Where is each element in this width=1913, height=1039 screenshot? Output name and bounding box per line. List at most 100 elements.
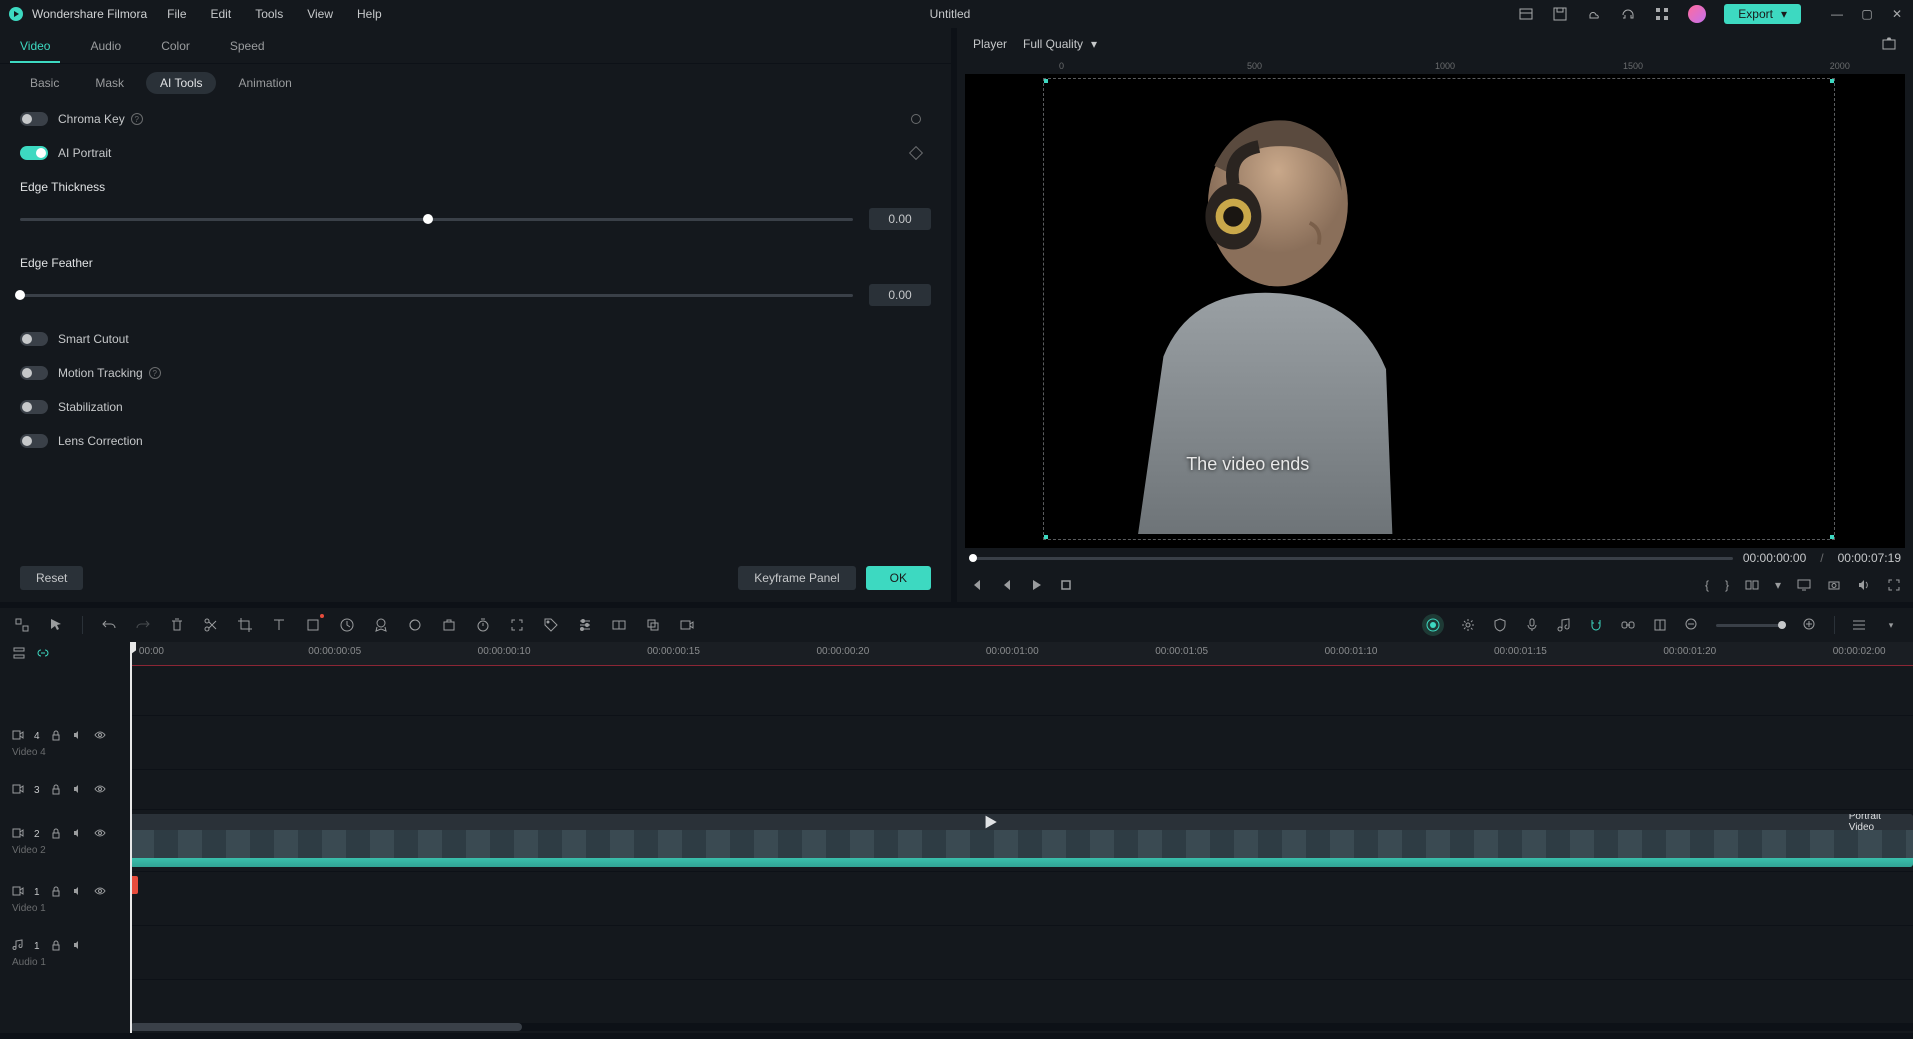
mute-icon[interactable] <box>72 827 84 842</box>
pointer-tool-icon[interactable] <box>48 617 64 633</box>
music-icon[interactable] <box>1556 617 1572 633</box>
lock-icon[interactable] <box>50 939 62 954</box>
tracks-icon[interactable] <box>12 646 26 663</box>
mute-icon[interactable] <box>72 885 84 900</box>
adjust-icon[interactable] <box>577 617 593 633</box>
track-lane-audio1[interactable] <box>130 926 1913 980</box>
tab-ai-tools[interactable]: AI Tools <box>146 72 216 94</box>
reset-button[interactable]: Reset <box>20 566 83 590</box>
zoom-thumb[interactable] <box>1778 621 1786 629</box>
tab-mask[interactable]: Mask <box>81 72 138 94</box>
tag-icon[interactable] <box>543 617 559 633</box>
mute-icon[interactable] <box>72 783 84 798</box>
export-button[interactable]: Export ▾ <box>1724 4 1801 24</box>
tab-animation[interactable]: Animation <box>224 72 305 94</box>
expand-icon[interactable] <box>509 617 525 633</box>
mute-icon[interactable] <box>72 729 84 744</box>
chroma-key-toggle[interactable] <box>20 112 48 126</box>
stabilization-toggle[interactable] <box>20 400 48 414</box>
menu-help[interactable]: Help <box>357 7 382 21</box>
frame-icon[interactable] <box>305 617 321 633</box>
headphones-icon[interactable] <box>1620 6 1636 22</box>
crop-icon[interactable] <box>237 617 253 633</box>
gear-icon[interactable] <box>1460 617 1476 633</box>
link-icon[interactable] <box>36 646 50 663</box>
prev-frame-icon[interactable] <box>969 578 983 592</box>
cloud-icon[interactable] <box>1586 6 1602 22</box>
play-icon[interactable] <box>1029 578 1043 592</box>
tab-audio[interactable]: Audio <box>70 28 141 63</box>
edge-thickness-value[interactable] <box>869 208 931 230</box>
mark-in-icon[interactable]: { <box>1705 578 1709 592</box>
ai-portrait-toggle[interactable] <box>20 146 48 160</box>
video-clip[interactable]: Portrait Video <box>130 814 1913 867</box>
zoom-in-icon[interactable] <box>1802 617 1818 633</box>
tab-basic[interactable]: Basic <box>16 72 73 94</box>
time-ruler[interactable]: 00:00 00:00:00:05 00:00:00:10 00:00:00:1… <box>130 642 1913 666</box>
menu-edit[interactable]: Edit <box>211 7 232 21</box>
canvas-handle[interactable] <box>1830 535 1835 540</box>
volume-icon[interactable] <box>1857 578 1871 592</box>
timeline-body[interactable]: 00:00 00:00:00:05 00:00:00:10 00:00:00:1… <box>130 642 1913 1033</box>
zoom-out-icon[interactable] <box>1684 617 1700 633</box>
tab-speed[interactable]: Speed <box>210 28 285 63</box>
quality-select[interactable]: Full Quality ▾ <box>1023 37 1097 51</box>
menu-tools[interactable]: Tools <box>255 7 283 21</box>
color-icon[interactable] <box>407 617 423 633</box>
scrubber-thumb[interactable] <box>969 554 977 562</box>
avatar[interactable] <box>1688 5 1706 23</box>
track-lane-video1[interactable] <box>130 872 1913 926</box>
group-icon[interactable] <box>611 617 627 633</box>
grid-icon[interactable] <box>1654 6 1670 22</box>
duplicate-icon[interactable] <box>645 617 661 633</box>
preview-canvas[interactable]: The video ends <box>1043 78 1835 540</box>
lock-icon[interactable] <box>50 729 62 744</box>
playhead[interactable] <box>130 642 132 1033</box>
snapshot-icon[interactable] <box>1881 36 1897 52</box>
zoom-slider[interactable] <box>1716 624 1786 627</box>
canvas-handle[interactable] <box>1043 535 1048 540</box>
lock-icon[interactable] <box>50 885 62 900</box>
edge-thickness-slider[interactable] <box>20 218 853 221</box>
delete-icon[interactable] <box>169 617 185 633</box>
speed-icon[interactable] <box>339 617 355 633</box>
marker-icon[interactable] <box>1652 617 1668 633</box>
video-track-icon[interactable] <box>12 783 24 798</box>
help-icon[interactable]: ? <box>131 113 143 125</box>
keyframe-panel-button[interactable]: Keyframe Panel <box>738 566 855 590</box>
tab-color[interactable]: Color <box>141 28 210 63</box>
link-icon[interactable] <box>1620 617 1636 633</box>
maximize-icon[interactable]: ▢ <box>1859 6 1875 22</box>
camera-icon[interactable] <box>1827 578 1841 592</box>
motion-tracking-toggle[interactable] <box>20 366 48 380</box>
audio-track-icon[interactable] <box>12 939 24 954</box>
play-backward-icon[interactable] <box>999 578 1013 592</box>
mic-icon[interactable] <box>1524 617 1540 633</box>
text-icon[interactable] <box>271 617 287 633</box>
video-track-icon[interactable] <box>12 885 24 900</box>
timeline-scrollbar[interactable] <box>130 1023 1913 1031</box>
smart-cutout-toggle[interactable] <box>20 332 48 346</box>
scrollbar-thumb[interactable] <box>130 1023 522 1031</box>
ai-active-icon[interactable] <box>1422 614 1444 636</box>
undo-icon[interactable] <box>101 617 117 633</box>
effects-icon[interactable] <box>441 617 457 633</box>
tab-video[interactable]: Video <box>0 28 70 63</box>
timer-icon[interactable] <box>475 617 491 633</box>
fullscreen-icon[interactable] <box>1887 578 1901 592</box>
track-lane-video4[interactable] <box>130 716 1913 770</box>
lock-icon[interactable] <box>50 783 62 798</box>
help-icon[interactable]: ? <box>149 367 161 379</box>
compare-icon[interactable] <box>1745 578 1759 592</box>
track-lane-video3[interactable] <box>130 770 1913 810</box>
shield-icon[interactable] <box>1492 617 1508 633</box>
edge-feather-slider[interactable] <box>20 294 853 297</box>
menu-file[interactable]: File <box>167 7 186 21</box>
magnet-icon[interactable] <box>1588 617 1604 633</box>
video-track-icon[interactable] <box>12 729 24 744</box>
canvas-handle[interactable] <box>1830 78 1835 83</box>
mute-icon[interactable] <box>72 939 84 954</box>
scrubber-track[interactable] <box>969 557 1733 560</box>
redo-icon[interactable] <box>135 617 151 633</box>
eye-icon[interactable] <box>94 783 106 798</box>
